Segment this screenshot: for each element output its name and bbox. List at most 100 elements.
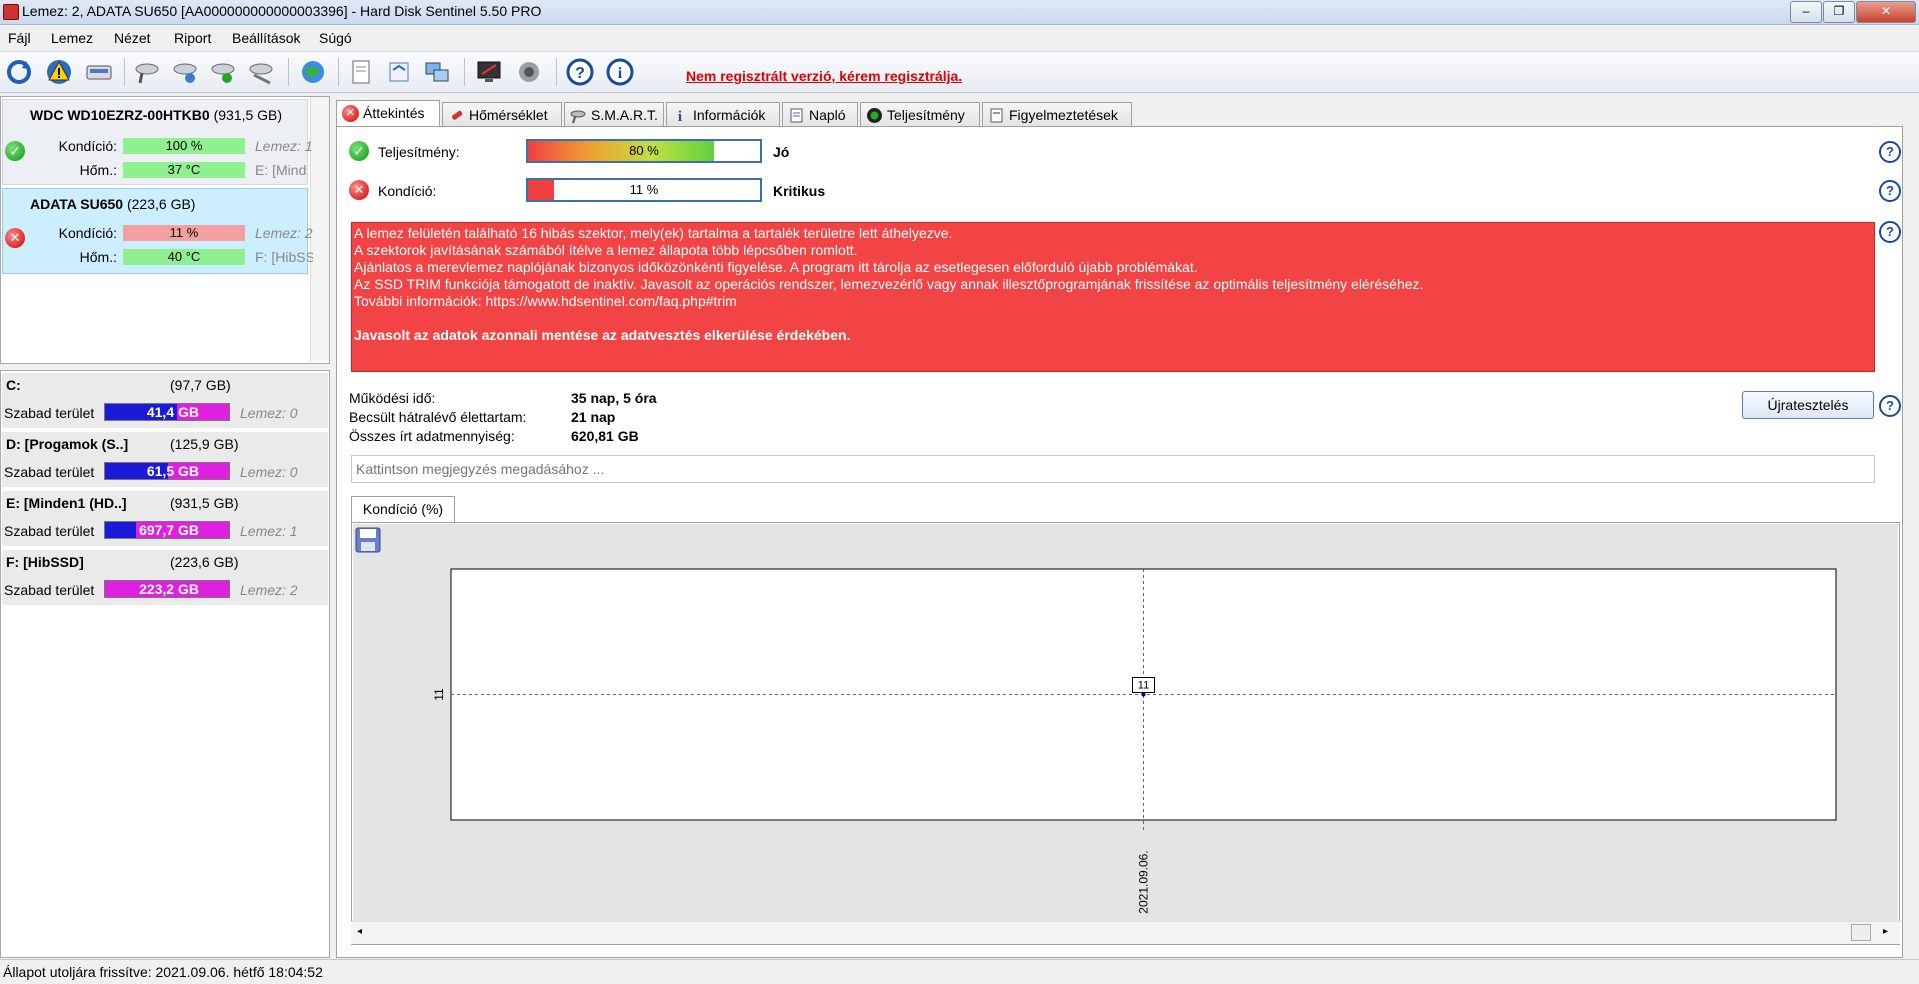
monitor-icon[interactable] xyxy=(474,57,504,87)
status-error-icon: ✕ xyxy=(5,228,25,248)
disk-index: Lemez: 2 xyxy=(255,225,313,241)
alert-line: Ajánlatos a merevlemez naplójának bizony… xyxy=(354,259,1198,275)
menu-bar: Fájl Lemez Nézet Riport Beállítások Súgó xyxy=(0,26,1919,50)
condition-bar: 11 % xyxy=(123,225,245,241)
menu-disk[interactable]: Lemez xyxy=(51,30,93,46)
temperature-bar: 40 °C xyxy=(123,249,245,265)
free-space-bar: 41,4 GB xyxy=(104,403,230,421)
disk-icon[interactable] xyxy=(84,57,114,87)
condition-bar: 11 % xyxy=(526,178,762,202)
disk-check-icon[interactable] xyxy=(208,57,238,87)
chart-tab-condition[interactable]: Kondíció (%) xyxy=(351,496,455,523)
error-icon: ✕ xyxy=(342,105,359,122)
temperature-label: Hőm.: xyxy=(79,249,117,265)
condition-help-icon[interactable]: ? xyxy=(1879,180,1901,202)
uptime-value: 35 nap, 5 óra xyxy=(571,390,657,406)
register-link[interactable]: Nem regisztrált verzió, kérem regisztrál… xyxy=(686,68,962,84)
free-space-value: 697,7 GB xyxy=(139,522,199,538)
status-text: Állapot utoljára frissítve: 2021.09.06. … xyxy=(3,964,323,980)
warning-icon[interactable] xyxy=(44,57,74,87)
menu-settings[interactable]: Beállítások xyxy=(232,30,300,46)
volume-card-c[interactable]: C: (97,7 GB) Szabad terület 41,4 GB Leme… xyxy=(2,373,328,429)
info-icon[interactable]: i xyxy=(605,57,635,87)
alert-line: További információk: https://www.hdsenti… xyxy=(354,293,737,309)
warnings-icon xyxy=(990,108,1003,123)
disk-card-wdc[interactable]: WDC WD10EZRZ-00HTKB0 (931,5 GB) ✓ Kondíc… xyxy=(2,99,313,185)
free-space-value: 61,5 GB xyxy=(146,463,199,479)
tab-label: Hőmérséklet xyxy=(469,107,548,123)
scroll-thumb[interactable] xyxy=(1851,924,1871,941)
alert-line: A lemez felületén található 16 hibás sze… xyxy=(354,225,953,241)
tab-label: Teljesítmény xyxy=(887,107,965,123)
app-icon xyxy=(3,4,19,20)
menu-file[interactable]: Fájl xyxy=(8,30,31,46)
performance-label: Teljesítmény: xyxy=(378,144,460,160)
globe-icon[interactable] xyxy=(298,57,328,87)
scroll-left-arrow[interactable]: ◂ xyxy=(357,926,362,937)
alert-help-icon[interactable]: ? xyxy=(1879,221,1901,243)
chart-horizontal-scrollbar[interactable]: ◂ ▸ xyxy=(351,921,1900,944)
alert-line: Az SSD TRIM funkciója támogatott de inak… xyxy=(354,276,1424,292)
tab-overview[interactable]: ✕ Áttekintés xyxy=(336,100,440,128)
svg-text:i: i xyxy=(618,65,623,82)
tab-label: S.M.A.R.T. xyxy=(591,107,658,123)
volume-disk-index: Lemez: 0 xyxy=(240,464,298,480)
disk-card-adata[interactable]: ADATA SU650 (223,6 GB) ✕ Kondíció: 11 % … xyxy=(2,188,313,274)
help-icon[interactable]: ? xyxy=(565,57,595,87)
lifetime-label: Becsült hátralévő élettartam: xyxy=(349,409,527,425)
free-space-value: 223,2 GB xyxy=(139,581,199,597)
thermometer-icon xyxy=(451,110,463,120)
disk-tools-icon[interactable] xyxy=(246,57,276,87)
tab-log[interactable]: Napló xyxy=(782,102,858,128)
retest-button[interactable]: Újratesztelés xyxy=(1742,391,1874,419)
refresh-icon[interactable] xyxy=(4,57,34,87)
volume-disk-index: Lemez: 0 xyxy=(240,405,298,421)
condition-value: 11 % xyxy=(629,182,659,197)
minimize-button[interactable]: – xyxy=(1790,1,1822,23)
volume-size: (931,5 GB) xyxy=(170,495,239,511)
free-space-bar: 697,7 GB xyxy=(104,521,230,539)
alert-recommendation: Javasolt az adatok azonnali mentése az a… xyxy=(354,327,851,343)
note-input[interactable] xyxy=(351,455,1875,483)
tab-warnings[interactable]: Figyelmeztetések xyxy=(982,102,1132,128)
disk-index: Lemez: 1 xyxy=(255,138,313,154)
scroll-right-arrow[interactable]: ▸ xyxy=(1883,926,1888,937)
tab-smart[interactable]: S.M.A.R.T. xyxy=(564,102,664,128)
info-icon: i xyxy=(678,109,682,124)
gauge-icon xyxy=(867,108,882,123)
toolbar-separator xyxy=(124,58,125,86)
speaker-icon[interactable] xyxy=(514,57,544,87)
volume-card-d[interactable]: D: [Progamok (S..] (125,9 GB) Szabad ter… xyxy=(2,432,328,488)
volume-disk-index: Lemez: 2 xyxy=(240,582,298,598)
volume-card-f[interactable]: F: [HibSSD] (223,6 GB) Szabad terület 22… xyxy=(2,550,328,606)
condition-status: Kritikus xyxy=(773,183,826,199)
close-button[interactable]: ✕ xyxy=(1856,1,1916,23)
temperature-label: Hőm.: xyxy=(79,162,117,178)
menu-help[interactable]: Súgó xyxy=(319,30,352,46)
condition-error-icon: ✕ xyxy=(349,180,369,200)
tab-information[interactable]: i Információk xyxy=(666,102,780,128)
alert-line: A szektorok javításának számából ítélve … xyxy=(354,242,858,258)
tab-temperature[interactable]: Hőmérséklet xyxy=(442,102,562,128)
free-space-label: Szabad terület xyxy=(4,464,95,480)
disk-volume: F: [HibSS xyxy=(255,249,313,265)
volume-name: C: xyxy=(6,377,21,393)
disk-info-icon[interactable] xyxy=(170,57,200,87)
menu-view[interactable]: Nézet xyxy=(114,30,151,46)
data-label: 11 xyxy=(1138,680,1149,692)
maximize-button[interactable]: ❐ xyxy=(1823,1,1855,23)
sync-icon[interactable] xyxy=(384,57,414,87)
tab-performance[interactable]: Teljesítmény xyxy=(860,102,980,128)
data-point xyxy=(1141,692,1146,697)
retest-help-icon[interactable]: ? xyxy=(1879,395,1901,417)
title-bar: Lemez: 2, ADATA SU650 [AA000000000000003… xyxy=(0,0,1919,25)
free-space-bar: 61,5 GB xyxy=(104,462,230,480)
disk-search-icon[interactable] xyxy=(132,57,162,87)
menu-report[interactable]: Riport xyxy=(174,30,211,46)
performance-help-icon[interactable]: ? xyxy=(1879,141,1901,163)
network-icon[interactable] xyxy=(422,57,452,87)
condition-label: Kondíció: xyxy=(58,225,117,241)
volume-card-e[interactable]: E: [Minden1 (HD..] (931,5 GB) Szabad ter… xyxy=(2,491,328,547)
report-icon[interactable] xyxy=(346,57,376,87)
volume-disk-index: Lemez: 1 xyxy=(240,523,298,539)
